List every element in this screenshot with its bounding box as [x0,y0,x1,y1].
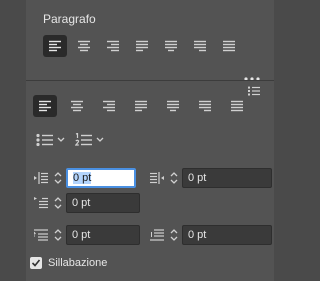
justify-all-button[interactable] [225,95,249,117]
numbered-list-button[interactable] [75,133,104,147]
align-left-button[interactable] [33,95,57,117]
first-line-indent-stepper[interactable] [50,193,66,213]
chevron-down-icon [96,137,104,142]
space-after-stepper[interactable] [166,225,182,245]
justify-left-icon [136,40,148,52]
hyphenation-checkbox[interactable] [30,257,42,269]
right-indent-stepper[interactable] [166,168,182,188]
justify-center-button[interactable] [161,95,185,117]
list-controls-row [36,133,104,147]
align-right-button[interactable] [97,95,121,117]
align-left-icon [49,40,61,52]
top-align-left-button[interactable] [43,35,67,57]
bullet-list-icon [36,133,53,147]
top-justify-all-button[interactable] [217,35,241,57]
paragraph-options-panel: 0 pt 0 pt 0 pt 0 pt 0 pt Sillabazione [26,80,274,281]
right-indent-input[interactable]: 0 pt [182,168,272,188]
left-indent-field: 0 pt [32,168,136,188]
right-indent-icon [148,168,166,188]
right-indent-value: 0 pt [188,172,207,184]
justify-left-button[interactable] [129,95,153,117]
left-indent-icon [32,168,50,188]
hyphenation-row[interactable]: Sillabazione [30,257,107,269]
left-indent-stepper[interactable] [50,168,66,188]
bullet-list-button[interactable] [36,133,65,147]
left-indent-input[interactable]: 0 pt [66,168,136,188]
first-line-indent-field: 0 pt [32,193,140,213]
left-indent-value: 0 pt [73,172,92,184]
numbered-list-icon [75,133,92,146]
paragraph-title: Paragrafo [43,12,96,26]
space-after-input[interactable]: 0 pt [182,225,272,245]
space-before-value: 0 pt [72,229,91,241]
space-before-icon [32,225,50,245]
top-justify-left-button[interactable] [130,35,154,57]
first-line-indent-value: 0 pt [72,197,91,209]
first-line-indent-input[interactable]: 0 pt [66,193,140,213]
alignment-row [33,95,249,117]
space-before-stepper[interactable] [50,225,66,245]
align-left-icon [39,100,51,112]
top-align-right-button[interactable] [101,35,125,57]
first-line-indent-icon [32,193,50,213]
justify-all-icon [223,40,235,52]
top-align-center-button[interactable] [72,35,96,57]
justify-left-icon [135,100,147,112]
space-before-input[interactable]: 0 pt [66,225,140,245]
align-right-icon [103,100,115,112]
align-center-button[interactable] [65,95,89,117]
justify-center-icon [165,40,177,52]
justify-right-button[interactable] [193,95,217,117]
space-after-value: 0 pt [188,229,207,241]
top-justify-right-button[interactable] [188,35,212,57]
justify-right-icon [199,100,211,112]
space-after-icon [148,225,166,245]
justify-right-icon [194,40,206,52]
checkmark-icon [31,259,41,267]
chevron-down-icon [57,137,65,142]
align-right-icon [107,40,119,52]
hyphenation-label: Sillabazione [48,257,108,269]
justify-center-icon [167,100,179,112]
align-center-icon [78,40,90,52]
align-center-icon [71,100,83,112]
space-before-field: 0 pt [32,225,140,245]
top-justify-center-button[interactable] [159,35,183,57]
top-alignment-row [43,35,241,57]
paragraph-panel-header: Paragrafo [26,0,274,81]
right-indent-field: 0 pt [148,168,272,188]
list-settings-icon[interactable] [248,83,260,101]
space-after-field: 0 pt [148,225,272,245]
justify-all-icon [231,100,243,112]
